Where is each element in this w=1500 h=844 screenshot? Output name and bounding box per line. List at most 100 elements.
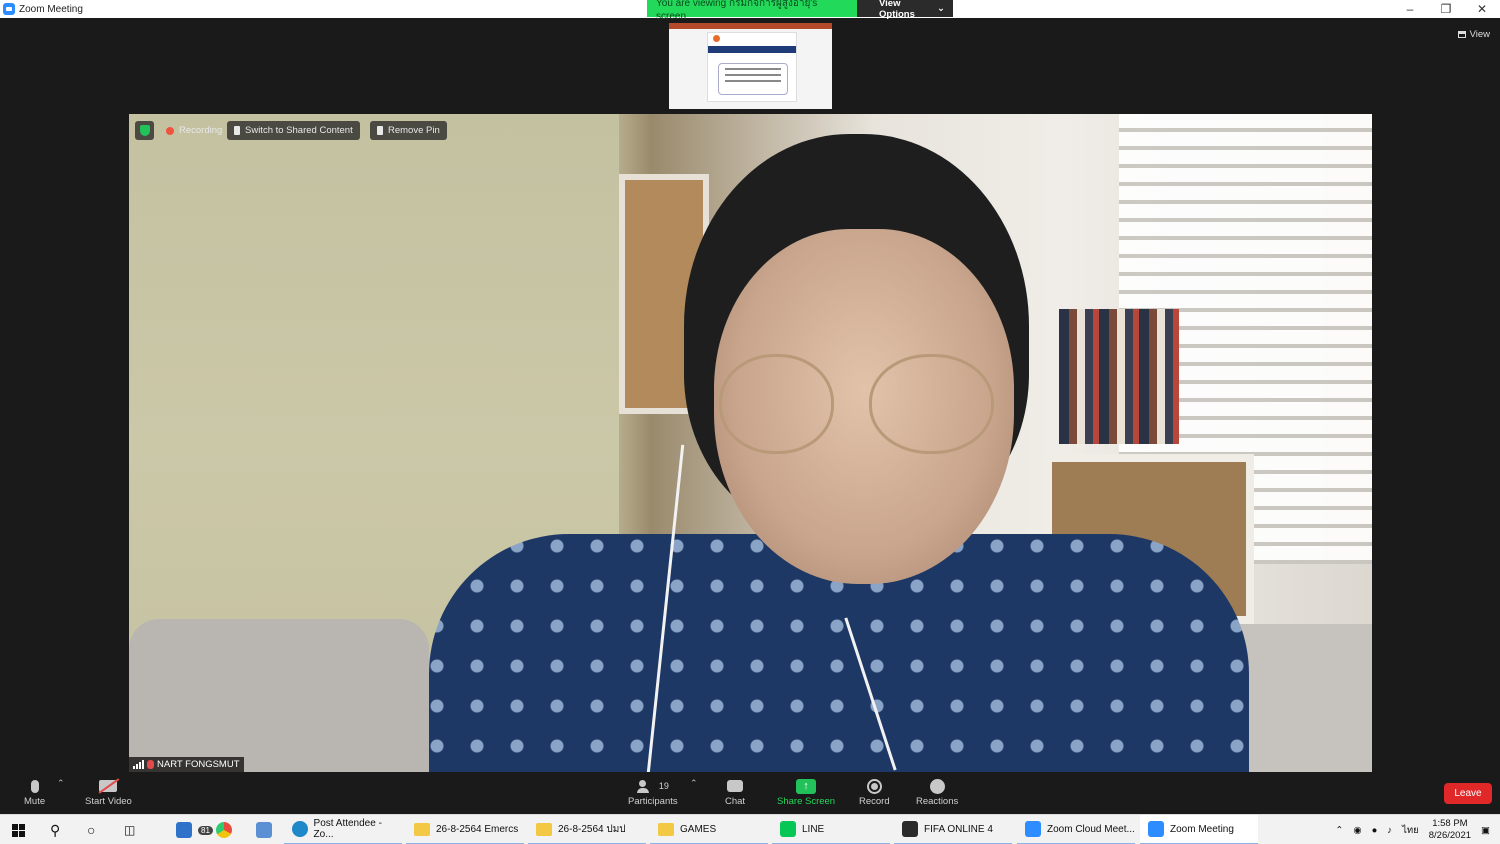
taskbar-app-label: 26-8-2564 Emercs	[436, 823, 519, 835]
window-title: Zoom Meeting	[19, 3, 83, 15]
view-layout-button[interactable]: View	[1457, 27, 1490, 41]
volume-icon[interactable]: ♪	[1387, 825, 1392, 836]
record-button[interactable]: Record	[859, 776, 890, 807]
minimize-icon[interactable]: –	[1392, 0, 1428, 18]
chevron-down-icon: ⌄	[937, 3, 945, 14]
clock[interactable]: 1:58 PM 8/26/2021	[1429, 818, 1471, 842]
remove-pin-label: Remove Pin	[388, 125, 440, 136]
share-screen-label: Share Screen	[777, 796, 836, 807]
taskbar-app-folder-1[interactable]: 26-8-2564 Emercs	[406, 815, 524, 844]
mail-app[interactable]: 81	[176, 815, 213, 844]
taskbar-app-edge[interactable]: Post Attendee - Zo...	[284, 815, 402, 844]
computer-icon	[256, 822, 272, 838]
leave-button[interactable]: Leave	[1444, 783, 1492, 804]
participants-icon	[636, 779, 655, 793]
video-off-icon	[99, 780, 118, 792]
taskbar-app-zoom-meeting[interactable]: Zoom Meeting	[1140, 815, 1258, 844]
chat-label: Chat	[725, 796, 746, 807]
show-hidden-icons-icon[interactable]: ⌃	[1335, 825, 1343, 836]
network-icon[interactable]: ◉	[1353, 825, 1361, 836]
chat-icon	[727, 780, 744, 792]
view-layout-label: View	[1469, 28, 1490, 40]
zoom-window: Zoom Meeting – ❐ ✕ You are viewing กรมกิ…	[0, 0, 1500, 844]
mute-button[interactable]: Mute	[24, 776, 45, 807]
system-tray: ⌃ ◉ ● ♪ ไทย 1:58 PM 8/26/2021 ▣	[1335, 815, 1500, 844]
taskbar-app-label: 26-8-2564 ปมป	[558, 823, 626, 835]
search-icon[interactable]: ⚲	[50, 815, 60, 844]
restore-icon[interactable]: ❐	[1428, 0, 1464, 18]
taskbar-app-label: FIFA ONLINE 4	[924, 823, 993, 835]
video-background-books	[1059, 309, 1179, 444]
chrome-icon	[216, 822, 232, 838]
taskbar-app-label: Post Attendee - Zo...	[313, 818, 382, 840]
notifications-icon[interactable]: ▣	[1481, 825, 1490, 836]
participant-glasses-right	[869, 354, 994, 454]
audio-options-caret-icon[interactable]: ⌃	[57, 778, 65, 789]
input-language[interactable]: ไทย	[1402, 823, 1419, 838]
close-icon[interactable]: ✕	[1464, 0, 1500, 18]
pin-icon	[377, 126, 383, 135]
start-button[interactable]	[12, 815, 25, 844]
thumbnail-toolbar	[669, 23, 832, 29]
file-manager-app[interactable]	[256, 815, 272, 844]
view-options-button[interactable]: View Options ⌄	[857, 0, 953, 20]
shield-icon	[139, 125, 150, 136]
reactions-label: Reactions	[916, 796, 959, 807]
mail-icon	[176, 822, 192, 838]
active-speaker-video[interactable]	[129, 114, 1372, 772]
taskbar-app-folder-2[interactable]: 26-8-2564 ปมป	[528, 815, 646, 844]
edge-icon	[292, 821, 308, 837]
mic-muted-icon	[147, 760, 154, 769]
shared-screen-thumbnail[interactable]	[669, 23, 832, 109]
reactions-button[interactable]: Reactions	[916, 776, 958, 807]
taskbar-app-label: Zoom Cloud Meet...	[1047, 823, 1135, 835]
microphone-tray-icon[interactable]: ●	[1372, 825, 1378, 836]
remove-pin-button[interactable]: Remove Pin	[370, 121, 447, 140]
windows-taskbar: ⚲ ○ ◫ 81 Post Attendee - Zo... 26-8-2564…	[0, 814, 1500, 844]
participant-name: NART FONGSMUT	[157, 759, 240, 770]
mail-badge: 81	[198, 825, 213, 835]
viewing-text: You are viewing กรมกิจการผู้สูงอายุ's sc…	[647, 0, 857, 22]
shared-document-preview	[707, 32, 797, 102]
taskbar-app-zoom-cloud[interactable]: Zoom Cloud Meet...	[1017, 815, 1135, 844]
participant-glasses-left	[719, 354, 834, 454]
recording-label: Recording	[179, 125, 223, 136]
task-view-icon[interactable]: ◫	[124, 815, 135, 844]
pin-icon	[234, 126, 240, 135]
recording-indicator[interactable]: Recording	[159, 121, 229, 140]
cortana-icon[interactable]: ○	[87, 815, 95, 844]
viewing-banner: You are viewing กรมกิจการผู้สูงอายุ's sc…	[647, 0, 953, 22]
window-controls: – ❐ ✕	[1392, 0, 1500, 18]
view-options-label: View Options	[879, 0, 915, 20]
chrome-app[interactable]	[216, 815, 232, 844]
share-screen-button[interactable]: ↑ Share Screen	[777, 776, 835, 807]
reactions-icon	[929, 778, 945, 794]
security-shield-button[interactable]	[135, 121, 154, 140]
record-label: Record	[859, 796, 890, 807]
zoom-icon	[1025, 821, 1041, 837]
start-video-button[interactable]: Start Video	[85, 776, 132, 807]
fifa-icon	[902, 821, 918, 837]
microphone-icon	[30, 779, 39, 793]
windows-logo-icon	[12, 823, 25, 837]
participants-button[interactable]: 19 Participants	[628, 776, 678, 807]
grid-view-icon	[1457, 30, 1466, 38]
share-screen-icon: ↑	[796, 778, 817, 794]
participant-count: 19	[658, 781, 669, 791]
record-icon	[866, 778, 882, 794]
participants-label: Participants	[628, 796, 678, 807]
mute-label: Mute	[24, 796, 46, 807]
taskbar-app-line[interactable]: LINE	[772, 815, 890, 844]
taskbar-app-label: LINE	[802, 823, 825, 835]
switch-to-shared-content-button[interactable]: Switch to Shared Content	[227, 121, 360, 140]
taskbar-app-label: Zoom Meeting	[1170, 823, 1234, 835]
clock-date: 8/26/2021	[1428, 830, 1472, 841]
participants-caret-icon[interactable]: ⌃	[690, 778, 698, 789]
chat-button[interactable]: Chat	[725, 776, 745, 807]
zoom-app-icon	[3, 3, 15, 15]
signal-strength-icon	[133, 760, 144, 769]
document-logo	[713, 35, 720, 42]
taskbar-app-games[interactable]: GAMES	[650, 815, 768, 844]
folder-icon	[536, 822, 552, 836]
taskbar-app-fifa[interactable]: FIFA ONLINE 4	[894, 815, 1012, 844]
